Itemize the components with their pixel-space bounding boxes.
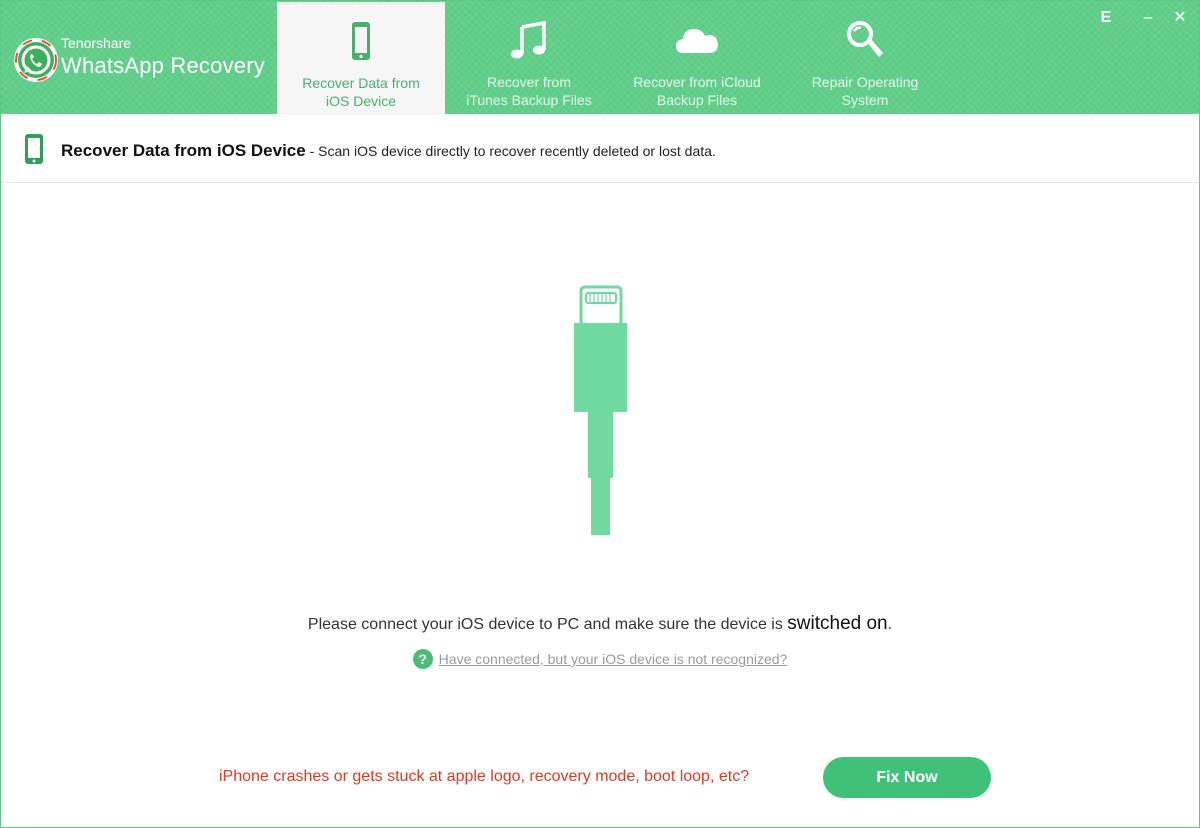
lightning-cable-icon xyxy=(574,285,627,535)
crash-warning-text: iPhone crashes or gets stuck at apple lo… xyxy=(219,768,750,785)
section-header-text: Recover Data from iOS Device - Scan iOS … xyxy=(61,141,716,161)
phone-icon xyxy=(352,22,370,60)
tab-label: Repair Operating System xyxy=(811,74,919,108)
wrench-search-icon xyxy=(847,21,883,57)
tab-repair-os[interactable]: Repair Operating System xyxy=(781,1,949,114)
minimize-button[interactable]: – xyxy=(1137,7,1159,29)
header-bar: Tenorshare WhatsApp Recovery Recover Dat… xyxy=(1,1,1199,116)
connect-instruction: Please connect your iOS device to PC and… xyxy=(307,613,893,634)
tab-recover-itunes[interactable]: Recover from iTunes Backup Files xyxy=(445,1,613,114)
tab-label: Recover from iTunes Backup Files xyxy=(466,74,592,108)
tab-label: Recover Data from iOS Device xyxy=(302,75,420,109)
app-window: Tenorshare WhatsApp Recovery Recover Dat… xyxy=(0,0,1200,828)
section-title: Recover Data from iOS Device xyxy=(61,141,306,160)
feedback-icon[interactable]: E xyxy=(1095,7,1117,29)
close-button[interactable]: ✕ xyxy=(1169,7,1191,29)
brand-product: WhatsApp Recovery xyxy=(61,53,265,78)
music-note-icon xyxy=(511,20,546,59)
section-description: - Scan iOS device directly to recover re… xyxy=(305,143,716,159)
help-row: ? Have connected, but your iOS device is … xyxy=(1,649,1199,669)
tab-recover-icloud[interactable]: Recover from iCloud Backup Files xyxy=(613,1,781,114)
tab-recover-ios-device[interactable]: Recover Data from iOS Device xyxy=(277,2,445,116)
cloud-icon xyxy=(676,29,718,53)
question-icon: ? xyxy=(412,649,433,669)
phone-icon xyxy=(25,134,43,164)
section-header: Recover Data from iOS Device - Scan iOS … xyxy=(1,115,1199,183)
whatsapp-recovery-logo-icon xyxy=(14,38,58,82)
brand-vendor: Tenorshare xyxy=(61,35,132,51)
device-not-recognized-link[interactable]: Have connected, but your iOS device is n… xyxy=(439,651,788,667)
tab-label: Recover from iCloud Backup Files xyxy=(633,74,761,108)
fix-now-button[interactable]: Fix Now xyxy=(823,757,991,798)
